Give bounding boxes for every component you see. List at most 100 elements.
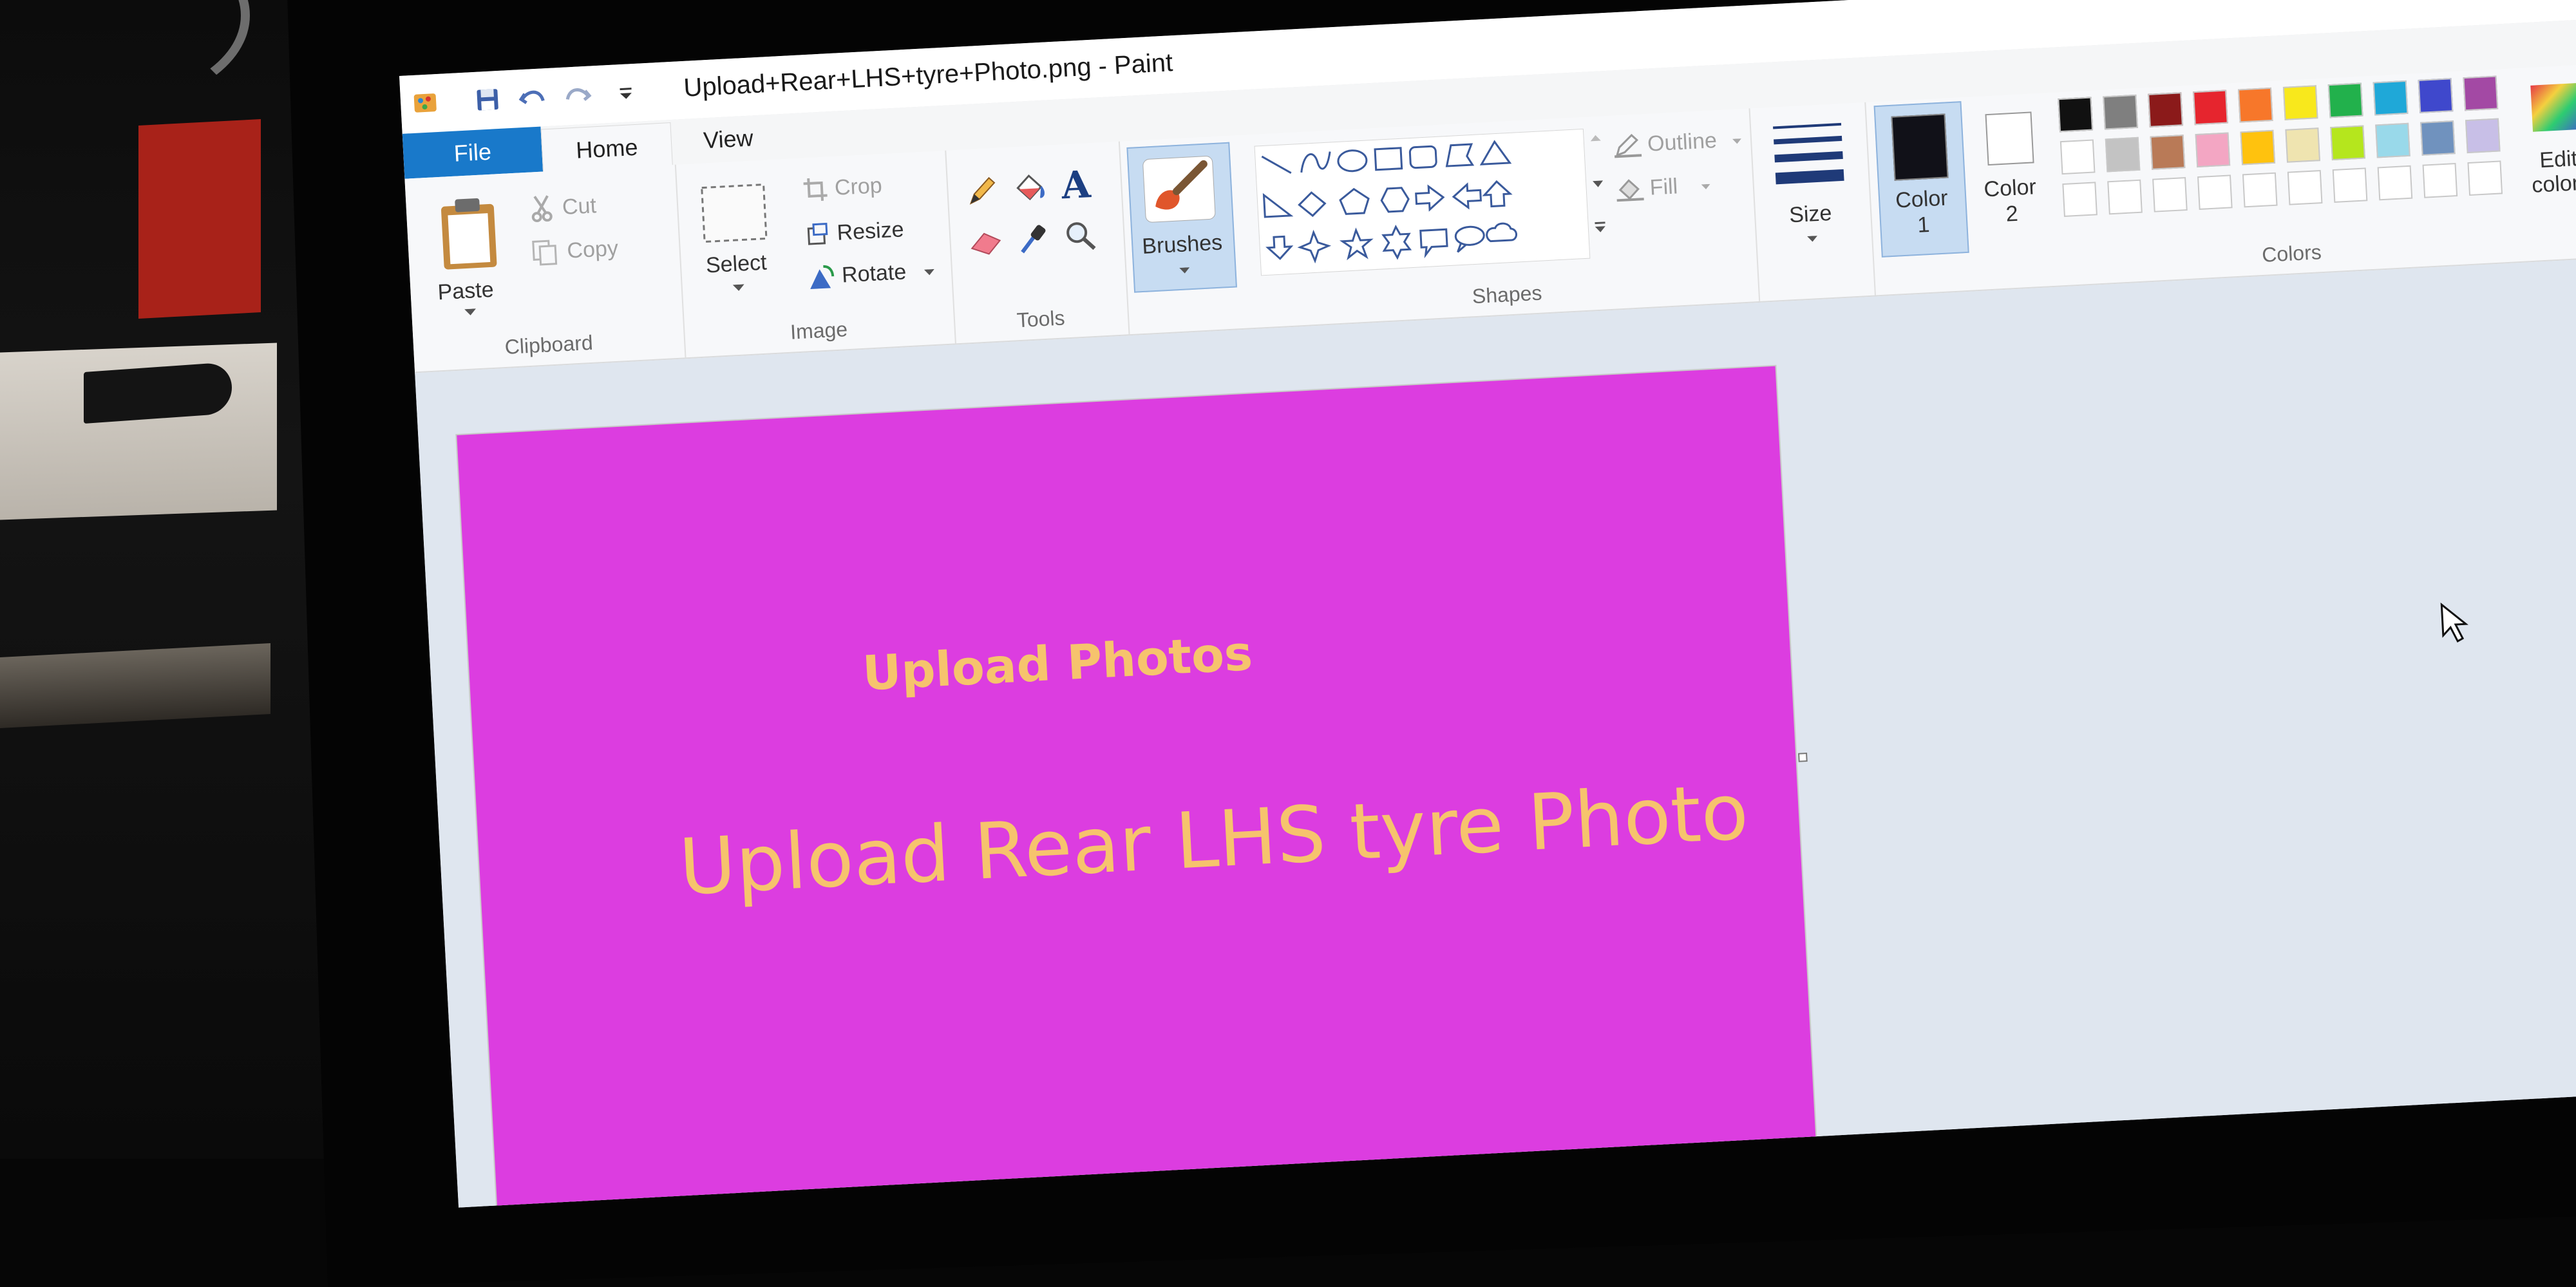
image-group: Select Crop Resize Rotate Image [674, 150, 956, 358]
canvas-heading-text: Upload Photos [861, 625, 1254, 702]
chevron-down-icon[interactable] [1701, 182, 1710, 194]
size-label: Size [1788, 200, 1833, 228]
eraser-icon[interactable] [968, 225, 1006, 261]
copy-button[interactable] [531, 238, 561, 270]
color-swatch[interactable] [2107, 179, 2143, 215]
brushes-label: Brushes [1141, 230, 1224, 259]
edit-colors-icon[interactable] [2528, 80, 2576, 138]
rectangle-shape [1374, 147, 1403, 171]
chevron-down-icon[interactable] [1807, 234, 1818, 246]
down-arrow-shape [1265, 235, 1294, 260]
chevron-down-icon[interactable] [1732, 136, 1742, 148]
paste-button[interactable] [431, 193, 506, 277]
color-swatch[interactable] [2193, 89, 2228, 126]
color-swatch[interactable] [2375, 122, 2410, 158]
color-swatch[interactable] [2418, 78, 2454, 113]
clipboard-group-label: Clipboard [504, 330, 594, 359]
color-swatch[interactable] [2422, 163, 2458, 198]
color1-label: Color [1895, 185, 1949, 213]
color-picker-icon[interactable] [1016, 220, 1050, 260]
color2-button[interactable]: Color 2 [1970, 97, 2055, 252]
select-button[interactable] [697, 179, 772, 250]
color-swatch[interactable] [2287, 170, 2323, 205]
paint-app-icon[interactable] [409, 88, 442, 118]
curve-shape [1300, 151, 1331, 173]
rotate-icon[interactable] [806, 262, 837, 295]
redo-icon[interactable] [561, 80, 594, 110]
five-point-star-shape [1339, 227, 1374, 261]
chevron-down-icon[interactable] [1179, 265, 1190, 277]
drawing-canvas[interactable]: Upload Photos Upload Rear LHS tyre Photo [457, 366, 1817, 1208]
power-plug [84, 361, 232, 424]
color-swatch[interactable] [2377, 165, 2413, 201]
color-swatch[interactable] [2103, 94, 2138, 130]
six-point-star-shape [1381, 224, 1412, 260]
resize-button[interactable]: Resize [837, 217, 905, 245]
color-swatch[interactable] [2105, 136, 2141, 173]
undo-icon[interactable] [516, 82, 549, 113]
polygon-shape [1445, 143, 1475, 167]
chevron-down-icon[interactable] [732, 283, 745, 296]
color-swatch[interactable] [2237, 87, 2273, 123]
copy-label: Copy [566, 236, 619, 263]
chevron-down-icon[interactable] [464, 308, 477, 320]
outline-button[interactable]: Outline [1647, 128, 1718, 157]
color-swatch[interactable] [2197, 174, 2233, 211]
color-swatch[interactable] [2372, 80, 2409, 116]
save-icon[interactable] [471, 85, 504, 115]
color-swatch[interactable] [2327, 82, 2363, 118]
hexagon-shape [1380, 187, 1410, 213]
customize-quick-access-icon[interactable] [612, 78, 639, 108]
color-swatch[interactable] [2058, 97, 2094, 133]
magnifier-icon[interactable] [1062, 218, 1099, 258]
text-tool-icon[interactable]: A [1061, 162, 1092, 207]
color-swatch[interactable] [2285, 127, 2320, 163]
shapes-gallery[interactable] [1254, 128, 1591, 276]
brushes-group: Brushes [1119, 135, 1251, 335]
fill-button[interactable]: Fill [1649, 174, 1678, 200]
color-swatch[interactable] [2282, 85, 2318, 120]
color-swatch[interactable] [2332, 167, 2368, 203]
fill-bucket-icon[interactable] [1010, 169, 1048, 210]
color-swatch[interactable] [2463, 75, 2499, 111]
color2-number: 2 [2005, 201, 2019, 227]
four-point-star-shape [1297, 229, 1332, 264]
brushes-button[interactable]: Brushes [1126, 142, 1237, 293]
color1-button[interactable]: Color 1 [1873, 101, 1969, 258]
tab-file[interactable]: File [402, 126, 544, 179]
crop-button[interactable]: Crop [834, 173, 883, 201]
color-swatch[interactable] [2148, 92, 2183, 127]
color-swatch[interactable] [2465, 118, 2501, 154]
color-swatch[interactable] [2420, 120, 2456, 156]
pencil-icon[interactable] [965, 174, 999, 211]
color-swatch[interactable] [2062, 182, 2098, 218]
color-swatch[interactable] [2195, 132, 2231, 168]
tab-home[interactable]: Home [540, 122, 673, 173]
resize-icon[interactable] [804, 221, 831, 251]
shelf [0, 643, 270, 729]
canvas-resize-handle-right[interactable] [1798, 753, 1808, 762]
rotate-button[interactable]: Rotate [841, 259, 907, 288]
edit-colors-label: Edit [2539, 146, 2576, 173]
color-swatch[interactable] [2467, 160, 2503, 196]
tab-view[interactable]: View [672, 114, 784, 165]
color-swatch[interactable] [2242, 172, 2278, 208]
color-swatch[interactable] [2330, 125, 2365, 161]
outline-icon[interactable] [1612, 132, 1643, 162]
oval-shape [1337, 149, 1368, 173]
shapes-scroll-down-icon[interactable] [1591, 179, 1605, 192]
oval-callout-shape [1454, 225, 1485, 253]
shapes-scroll-up-icon[interactable] [1589, 133, 1602, 146]
diamond-shape [1298, 191, 1327, 218]
color-swatch[interactable] [2060, 139, 2096, 175]
color-swatch[interactable] [2152, 177, 2188, 212]
shapes-more-icon[interactable] [1593, 220, 1607, 237]
crop-icon[interactable] [802, 176, 829, 206]
fill-icon[interactable] [1615, 176, 1645, 206]
size-button[interactable] [1772, 118, 1846, 196]
color-swatch[interactable] [2150, 135, 2186, 170]
color-swatch[interactable] [2240, 129, 2276, 165]
cut-button[interactable] [528, 193, 556, 226]
tools-group: A Tools [945, 141, 1130, 344]
chevron-down-icon[interactable] [923, 267, 935, 279]
